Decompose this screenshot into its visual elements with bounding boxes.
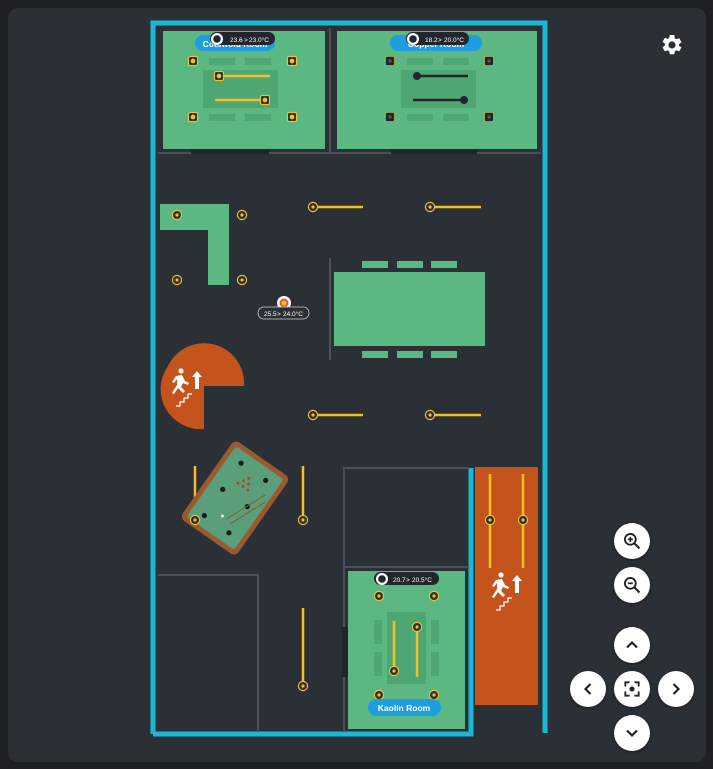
temperature-arrow: >: [438, 37, 442, 44]
zoom-out-button[interactable]: [614, 567, 650, 603]
light-icon[interactable]: [187, 111, 199, 123]
chevron-down-icon: [626, 729, 638, 738]
light-icon[interactable]: [385, 56, 395, 66]
light-icon[interactable]: [424, 409, 436, 421]
pan-left-button[interactable]: [570, 671, 606, 707]
chevron-right-icon: [672, 683, 681, 695]
light-icon[interactable]: [307, 409, 319, 421]
temperature-arrow: >: [277, 311, 281, 318]
open-area-table: [334, 261, 485, 358]
light-icon[interactable]: [187, 55, 199, 67]
setpoint-temperature: 20.0°C: [444, 36, 464, 44]
light-icon[interactable]: [484, 514, 496, 526]
setpoint-temperature: 24.0°C: [283, 310, 303, 318]
light-icon[interactable]: [484, 56, 494, 66]
pool-table: [181, 441, 289, 555]
light-icon[interactable]: [424, 201, 436, 213]
emergency-exit-stairs-2[interactable]: [475, 467, 538, 705]
light-icon[interactable]: [373, 590, 385, 602]
pan-right-button[interactable]: [658, 671, 694, 707]
chevron-up-icon: [626, 640, 638, 649]
light-icon[interactable]: [517, 514, 529, 526]
current-temperature: 25.5: [264, 311, 277, 318]
thermostat-badge-open-area[interactable]: 25.5 > 24.0°C: [257, 296, 310, 320]
light-icon[interactable]: [189, 514, 201, 526]
light-icon[interactable]: [411, 621, 423, 633]
pan-up-button[interactable]: [614, 627, 650, 663]
light-icon[interactable]: [373, 689, 385, 701]
zoom-in-icon: [624, 533, 641, 550]
light-icon[interactable]: [236, 274, 248, 286]
current-temperature: 18.2: [425, 37, 438, 44]
light-icon[interactable]: [297, 514, 309, 526]
floorplan-map[interactable]: Cotswold Room 23.6 > 23.0°C Copper Room …: [8, 8, 706, 762]
setpoint-temperature: 23.0°C: [249, 36, 269, 44]
light-icon[interactable]: [388, 665, 400, 677]
gear-icon: [662, 34, 682, 55]
light-icon[interactable]: [213, 70, 225, 82]
light-icon[interactable]: [307, 201, 319, 213]
recenter-button[interactable]: [614, 671, 650, 707]
light-icon[interactable]: [236, 209, 248, 221]
temperature-arrow: >: [406, 577, 410, 584]
zoom-out-icon: [624, 577, 641, 594]
temperature-arrow: >: [244, 37, 248, 44]
pan-down-button[interactable]: [614, 715, 650, 751]
light-icon[interactable]: [259, 94, 271, 106]
emergency-exit-stairs-1[interactable]: [160, 343, 245, 430]
light-icon[interactable]: [297, 680, 309, 692]
light-icon[interactable]: [286, 111, 298, 123]
light-icon[interactable]: [484, 112, 494, 122]
light-icon[interactable]: [286, 55, 298, 67]
settings-button[interactable]: [660, 33, 684, 57]
room-name-label: Kaolin Room: [378, 703, 431, 713]
setpoint-temperature: 20.5°C: [412, 576, 432, 584]
zoom-in-button[interactable]: [614, 523, 650, 559]
light-icon[interactable]: [428, 590, 440, 602]
current-temperature: 23.6: [230, 37, 243, 44]
recenter-icon: [624, 681, 640, 697]
light-icon[interactable]: [171, 209, 183, 221]
light-icon[interactable]: [428, 689, 440, 701]
chevron-left-icon: [583, 683, 592, 695]
current-temperature: 20.7: [393, 577, 406, 584]
lounge-sofa: [160, 204, 229, 285]
light-icon[interactable]: [171, 274, 183, 286]
light-icon[interactable]: [385, 112, 395, 122]
floorplan-app: Cotswold Room 23.6 > 23.0°C Copper Room …: [8, 8, 706, 762]
